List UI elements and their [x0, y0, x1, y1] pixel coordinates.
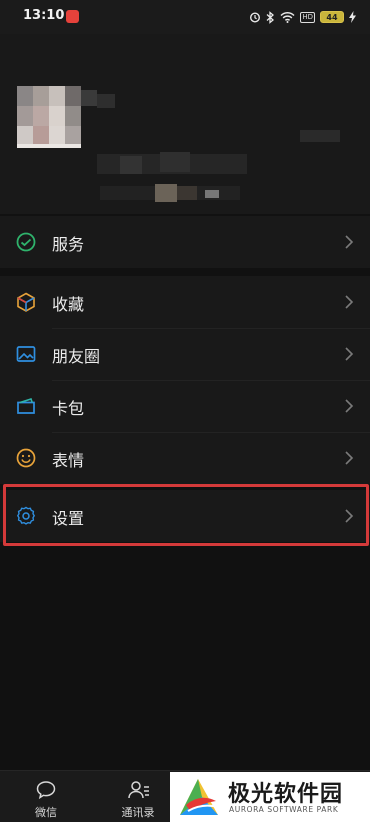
- menu-label-stickers: 表情: [52, 451, 85, 470]
- menu-item-moments[interactable]: 朋友圈: [0, 328, 370, 380]
- smiley-icon: [16, 448, 36, 468]
- notification-app-icon: [66, 10, 79, 23]
- favorites-cube-icon: [17, 292, 35, 312]
- tab-chats[interactable]: 微信: [16, 771, 76, 822]
- watermark-subtitle: AURORA SOFTWARE PARK: [229, 805, 339, 814]
- chevron-right-icon: [345, 347, 354, 361]
- profile-blur-block: [97, 94, 115, 108]
- bluetooth-icon: [266, 10, 275, 24]
- chevron-right-icon: [345, 509, 354, 523]
- profile-blur-block: [155, 184, 177, 202]
- menu-item-stickers[interactable]: 表情: [0, 432, 370, 484]
- settings-group: 设置: [0, 490, 370, 542]
- tab-contacts[interactable]: 通讯录: [108, 771, 168, 822]
- menu-label-favorites: 收藏: [52, 295, 85, 314]
- battery-indicator: 44: [320, 11, 344, 23]
- profile-blur-block: [120, 156, 142, 174]
- contacts-icon: [128, 781, 149, 799]
- avatar[interactable]: [17, 86, 81, 184]
- hd-badge: HD: [300, 11, 315, 23]
- menu-item-services[interactable]: 服务: [0, 216, 370, 268]
- alarm-icon: [250, 12, 261, 23]
- chevron-right-icon: [345, 235, 354, 249]
- gear-icon: [16, 506, 36, 525]
- aurora-logo-icon: [180, 779, 219, 815]
- services-group: 服务: [0, 216, 370, 268]
- chevron-right-icon: [345, 451, 354, 465]
- charging-icon: [349, 11, 356, 23]
- menu-label-services: 服务: [52, 235, 85, 254]
- wifi-icon: [280, 11, 295, 23]
- menu-item-cards[interactable]: 卡包: [0, 380, 370, 432]
- profile-blur-block: [205, 190, 219, 198]
- profile-blur-block: [300, 130, 340, 142]
- tab-chats-label: 微信: [35, 806, 57, 819]
- status-indicators: HD 44: [249, 9, 356, 25]
- services-icon: [16, 232, 36, 252]
- watermark-title: 极光软件园: [228, 782, 344, 807]
- chat-bubble-icon: [36, 781, 56, 800]
- menu-label-cards: 卡包: [52, 399, 85, 418]
- status-bar: 13:10 HD 44: [0, 0, 370, 34]
- chevron-right-icon: [345, 399, 354, 413]
- watermark: 极光软件园 AURORA SOFTWARE PARK: [170, 772, 370, 822]
- profile-blur-block: [160, 152, 190, 172]
- menu-item-favorites[interactable]: 收藏: [0, 276, 370, 328]
- menu-item-settings[interactable]: 设置: [0, 490, 370, 542]
- profile-header[interactable]: [0, 34, 370, 214]
- chevron-right-icon: [345, 295, 354, 309]
- features-group: 收藏 朋友圈 卡包 表情: [0, 276, 370, 484]
- moments-image-icon: [16, 346, 36, 362]
- status-time: 13:10: [23, 8, 65, 23]
- battery-level: 44: [326, 12, 338, 22]
- menu-label-moments: 朋友圈: [52, 347, 101, 366]
- profile-blur-block: [81, 90, 97, 106]
- tab-contacts-label: 通讯录: [121, 806, 155, 819]
- card-icon: [17, 398, 35, 414]
- profile-blur-block: [177, 186, 197, 200]
- menu-label-settings: 设置: [52, 509, 85, 528]
